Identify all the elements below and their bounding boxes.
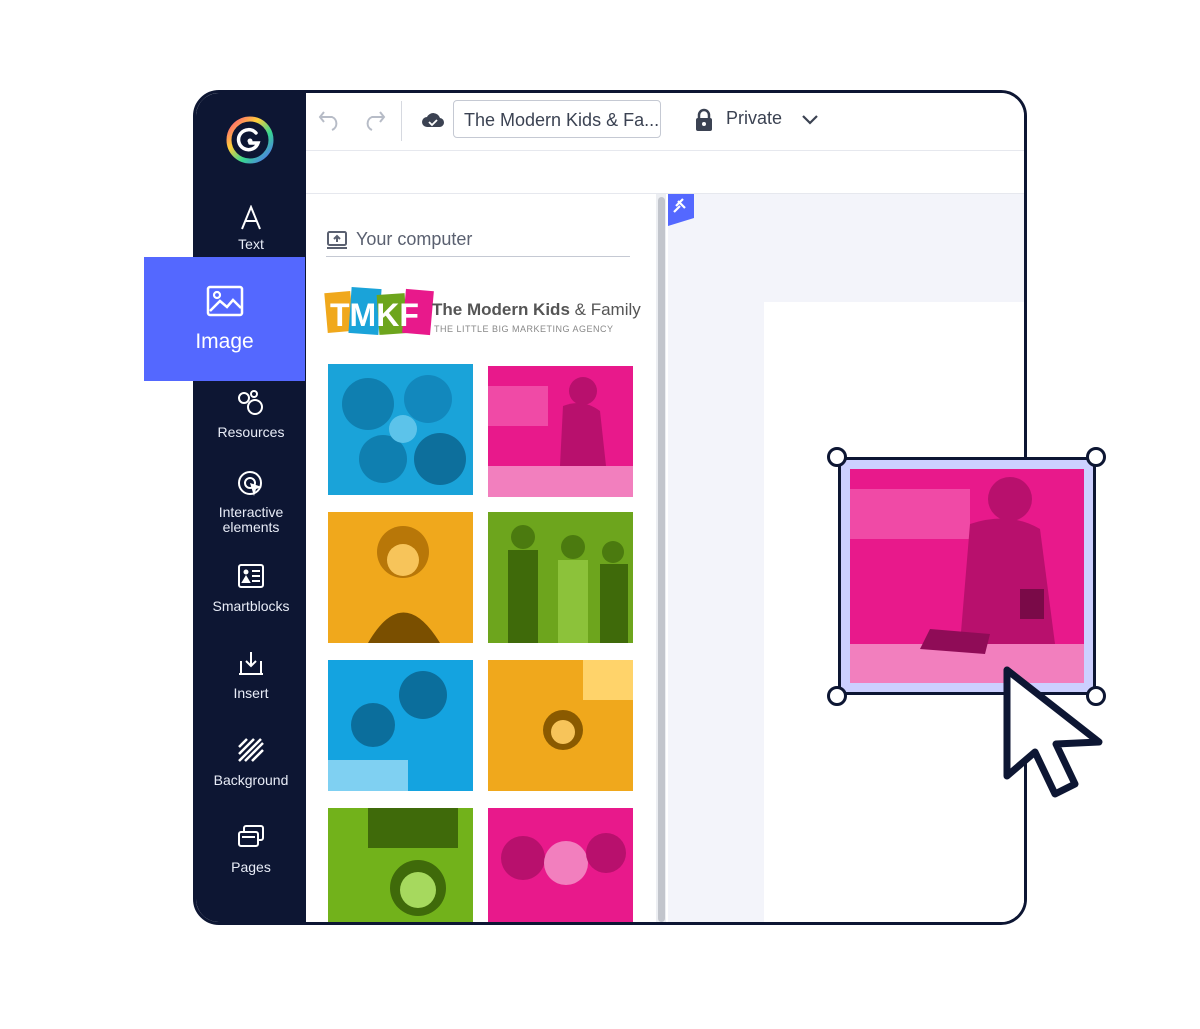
mouse-cursor-icon [1003,666,1103,798]
cloud-saved-icon [422,113,445,128]
pages-icon [238,825,264,847]
lock-icon [696,108,712,131]
genially-logo-icon [226,116,274,164]
insert-icon [239,652,263,675]
image-thumbnail[interactable] [328,660,473,791]
svg-text:TMKF: TMKF [330,297,419,333]
image-thumbnail[interactable] [328,808,473,922]
sidebar-item-label: Smartblocks [212,598,290,614]
document-title-input[interactable]: The Modern Kids & Fa... [453,100,661,138]
brand-logo[interactable]: TMKF The Modern Kids & Family THE LITTLE… [324,284,644,344]
redo-icon[interactable] [362,109,386,131]
toddler-playing-photo-icon [488,377,633,497]
brand-tagline: THE LITTLE BIG MARKETING AGENCY [434,324,614,334]
pin-icon[interactable] [668,194,694,226]
image-panel: Your computer TMKF The Modern Kids & Fam… [306,194,666,922]
upload-label: Your computer [356,229,473,249]
selected-image[interactable] [850,469,1084,683]
image-thumbnail[interactable] [328,364,473,495]
background-icon [238,738,264,762]
sidebar-item-label: Text [238,236,264,252]
image-thumbnail[interactable] [328,512,473,643]
resources-icon [238,390,263,415]
panel-scrollbar-thumb[interactable] [658,197,665,922]
sidebar-item-label: Resources [217,424,285,440]
resize-handle-top-right[interactable] [1086,447,1106,467]
sidebar-item-smartblocks[interactable]: Smartblocks [196,563,306,614]
girl-phone-photo-icon [368,526,440,643]
sidebar-item-label: Background [213,772,289,788]
text-icon [241,205,261,230]
sidebar-item-insert[interactable]: Insert [196,650,306,701]
sidebar: Text Resources Interactive elements Smar… [196,93,306,922]
sidebar-item-label: Pages [231,859,271,875]
undo-icon[interactable] [318,109,342,131]
toddler-playing-photo-icon [850,477,1084,683]
image-thumbnail[interactable] [488,512,633,643]
secondary-toolbar [306,151,1024,194]
sidebar-item-label: Image [195,330,254,353]
tmkf-logo-icon: TMKF [324,287,434,336]
toolbar-divider [401,101,402,141]
resize-handle-bottom-left[interactable] [827,686,847,706]
visibility-label[interactable]: Private [726,108,782,129]
sidebar-item-label: Insert [233,685,269,701]
chevron-down-icon[interactable] [800,113,820,127]
resize-handle-top-left[interactable] [827,447,847,467]
child-upside-down-photo-icon [368,808,458,916]
girl-lying-photo-icon [543,660,633,750]
sidebar-item-background[interactable]: Background [196,737,306,788]
brand-name-strong: The Modern Kids [432,300,570,319]
sidebar-item-label: Interactive elements [218,504,284,535]
sidebar-item-interactive[interactable]: Interactive elements [196,469,306,535]
image-icon [206,285,244,317]
brand-name-rest: & Family [569,300,641,319]
kids-circle-photo-icon [342,375,466,485]
smartblocks-icon [238,564,264,588]
sidebar-item-text[interactable]: Text [196,205,306,252]
interactive-icon [238,471,262,496]
toolbar: The Modern Kids & Fa... Private [306,93,1024,151]
sidebar-item-image[interactable]: Image [144,257,305,381]
kids-group-photo-icon [508,525,628,643]
sidebar-item-pages[interactable]: Pages [196,824,306,875]
upload-computer-icon [327,231,347,249]
teens-selfie-photo-icon [501,833,626,885]
upload-from-computer[interactable]: Your computer [326,228,630,257]
sidebar-item-resources[interactable]: Resources [196,389,306,440]
image-thumbnail[interactable] [488,660,633,791]
kids-looking-down-photo-icon [328,671,447,791]
image-thumbnail[interactable] [488,808,633,922]
image-thumbnail[interactable] [488,366,633,497]
